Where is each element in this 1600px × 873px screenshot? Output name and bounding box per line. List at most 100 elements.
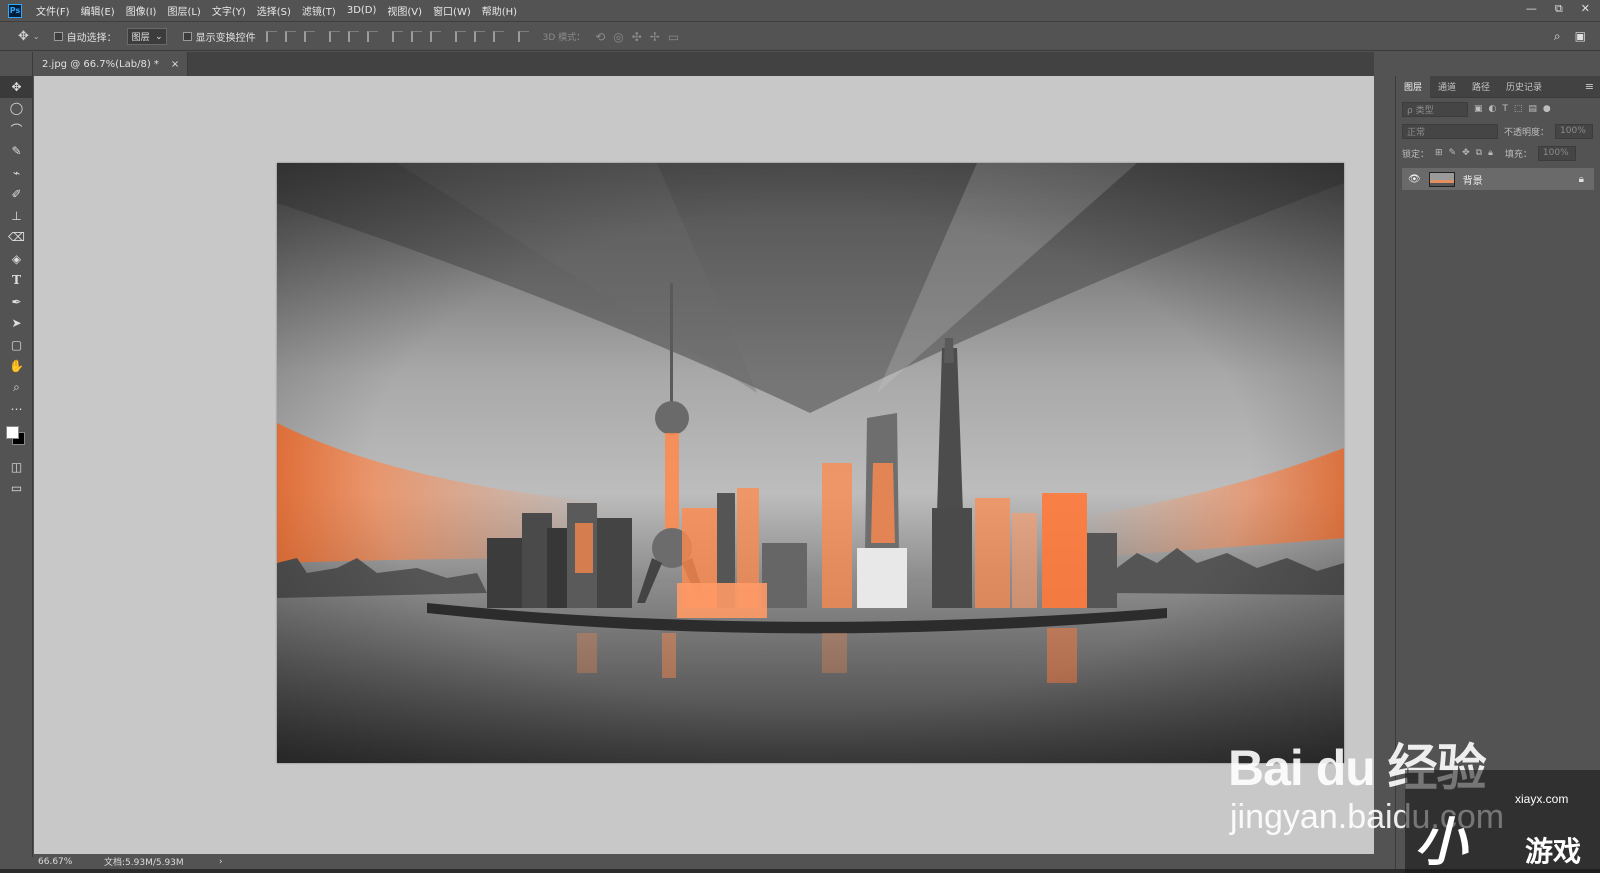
filter-toggle-icon[interactable]: ●	[1543, 104, 1551, 114]
pen-tool-icon[interactable]: ✒	[0, 291, 33, 313]
panel-tabs: 图层 通道 路径 历史记录 ≡	[1396, 75, 1600, 98]
tab-paths[interactable]: 路径	[1464, 76, 1498, 98]
filter-type-icon[interactable]: T	[1502, 104, 1508, 114]
game-site-watermark: 小 xiayx.com 游戏	[1405, 770, 1600, 873]
menu-3d[interactable]: 3D(D)	[347, 5, 377, 16]
path-select-tool-icon[interactable]: ➤	[0, 313, 33, 335]
distribute-middle-icon[interactable]	[410, 31, 422, 42]
align-top-icon[interactable]	[265, 31, 277, 42]
menu-file[interactable]: 文件(F)	[36, 3, 70, 18]
opacity-field[interactable]: 100%	[1555, 123, 1594, 139]
color-swatches[interactable]	[0, 420, 33, 456]
menu-type[interactable]: 文字(Y)	[212, 3, 246, 18]
layer-thumbnail-image	[1429, 172, 1454, 186]
screen-mode-icon[interactable]: ▭	[0, 478, 33, 500]
align-left-icon[interactable]	[328, 31, 340, 42]
zoom-tool-icon[interactable]: ⌕	[0, 377, 33, 399]
menu-image[interactable]: 图像(I)	[126, 3, 157, 18]
zoom-level[interactable]: 66.67%	[38, 857, 104, 867]
distribute-top-icon[interactable]	[391, 31, 403, 42]
lock-all-icon[interactable]: 🔒︎	[1488, 148, 1493, 158]
filter-smart-icon[interactable]: ▤	[1528, 104, 1537, 114]
stamp-tool-icon[interactable]: ⊥	[0, 205, 33, 227]
lasso-tool-icon[interactable]: ⌒	[0, 119, 33, 141]
menu-select[interactable]: 选择(S)	[257, 3, 291, 18]
blend-row: 正常 不透明度： 100%	[1396, 120, 1600, 142]
foreground-color-swatch[interactable]	[6, 426, 19, 439]
workspace-icon[interactable]: ▣	[1575, 29, 1586, 44]
auto-select-label: 自动选择：	[66, 33, 117, 44]
opacity-label: 不透明度：	[1504, 127, 1550, 138]
type-tool-icon[interactable]: T	[0, 270, 33, 292]
close-icon[interactable]: ×	[171, 59, 179, 70]
menu-layer[interactable]: 图层(L)	[167, 3, 200, 18]
restore-button[interactable]: ⧉	[1555, 2, 1563, 16]
scale-3d-icon[interactable]: ▭	[668, 30, 679, 44]
distribute-left-icon[interactable]	[454, 31, 466, 42]
bucket-tool-icon[interactable]: ◈	[0, 248, 33, 270]
lock-artboard-icon[interactable]: ⧉	[1476, 148, 1482, 158]
tab-layers[interactable]: 图层	[1396, 75, 1431, 98]
move-tool-icon[interactable]: ✥	[0, 76, 33, 98]
lock-row: 锁定： ⊞ ✎ ✥ ⧉ 🔒︎ 填充： 100%	[1396, 142, 1600, 164]
chevron-right-icon[interactable]: ›	[219, 857, 223, 867]
distribute-center-icon[interactable]	[473, 31, 485, 42]
distribute-bottom-icon[interactable]	[429, 31, 441, 42]
eyedropper-tool-icon[interactable]: ⌁	[0, 162, 33, 184]
hand-tool-icon[interactable]: ✋	[0, 356, 33, 378]
auto-select-dropdown[interactable]: 图层 ⌄	[126, 28, 167, 45]
distribute-right-icon[interactable]	[492, 31, 504, 42]
lock-paint-icon[interactable]: ✎	[1449, 148, 1457, 158]
auto-align-icon[interactable]	[517, 31, 529, 42]
minimize-button[interactable]: —	[1526, 2, 1537, 16]
align-right-icon[interactable]	[366, 31, 378, 42]
align-bottom-icon[interactable]	[303, 31, 315, 42]
orbit-3d-icon[interactable]: ⟲	[595, 30, 605, 44]
align-center-icon[interactable]	[347, 31, 359, 42]
more-tools-icon[interactable]: ⋯	[0, 399, 33, 421]
document-image[interactable]	[277, 163, 1344, 763]
panel-menu-icon[interactable]: ≡	[1585, 80, 1594, 93]
lock-position-icon[interactable]: ✥	[1462, 148, 1470, 158]
menu-bar: Ps 文件(F) 编辑(E) 图像(I) 图层(L) 文字(Y) 选择(S) 滤…	[0, 0, 1600, 22]
shape-tool-icon[interactable]: ▢	[0, 334, 33, 356]
distribute-horizontal-group	[454, 31, 504, 42]
quick-mask-icon[interactable]: ◫	[0, 456, 33, 478]
menu-window[interactable]: 窗口(W)	[433, 3, 471, 18]
filter-shape-icon[interactable]: ⬚	[1514, 104, 1523, 114]
canvas-area[interactable]	[34, 76, 1374, 854]
tab-channels[interactable]: 通道	[1430, 76, 1464, 98]
auto-select-checkbox[interactable]: 自动选择：	[53, 29, 117, 44]
document-size: 文档:5.93M/5.93M	[104, 858, 184, 868]
align-middle-icon[interactable]	[284, 31, 296, 42]
filter-adjust-icon[interactable]: ◐	[1489, 104, 1497, 114]
filter-pixel-icon[interactable]: ▣	[1474, 104, 1483, 114]
eraser-tool-icon[interactable]: ⌫	[0, 227, 33, 249]
layer-row[interactable]: 👁︎ 背景 🔒︎	[1402, 168, 1594, 190]
search-icon[interactable]: ⌕	[1554, 29, 1561, 44]
fill-field[interactable]: 100%	[1537, 145, 1576, 161]
marquee-tool-icon[interactable]: ◯	[0, 98, 33, 120]
checkbox-box[interactable]	[182, 32, 192, 41]
slide-3d-icon[interactable]: ✢	[650, 30, 660, 44]
menu-help[interactable]: 帮助(H)	[482, 3, 517, 18]
quick-select-tool-icon[interactable]: ✎	[0, 141, 33, 163]
move-tool-icon[interactable]: ✥	[18, 29, 29, 44]
pan-3d-icon[interactable]: ✣	[632, 30, 642, 44]
tab-history[interactable]: 历史记录	[1498, 76, 1550, 98]
show-transform-checkbox[interactable]: 显示变换控件	[182, 29, 256, 44]
blend-mode-dropdown[interactable]: 正常	[1402, 123, 1498, 139]
menu-edit[interactable]: 编辑(E)	[81, 3, 115, 18]
menu-filter[interactable]: 滤镜(T)	[302, 3, 336, 18]
menu-view[interactable]: 视图(V)	[387, 3, 422, 18]
checkbox-box[interactable]	[53, 32, 63, 41]
chevron-down-icon[interactable]: ⌄	[33, 32, 40, 41]
close-button[interactable]: ✕	[1581, 2, 1590, 16]
visibility-eye-icon[interactable]: 👁︎	[1408, 174, 1421, 185]
layer-filter-dropdown[interactable]: ρ 类型	[1402, 101, 1468, 117]
lock-transparent-icon[interactable]: ⊞	[1435, 148, 1443, 158]
toolbar-grip[interactable]	[0, 52, 32, 76]
document-tab[interactable]: 2.jpg @ 66.7%(Lab/8) * ×	[34, 52, 189, 76]
roll-3d-icon[interactable]: ◎	[613, 30, 623, 44]
brush-tool-icon[interactable]: ✐	[0, 184, 33, 206]
